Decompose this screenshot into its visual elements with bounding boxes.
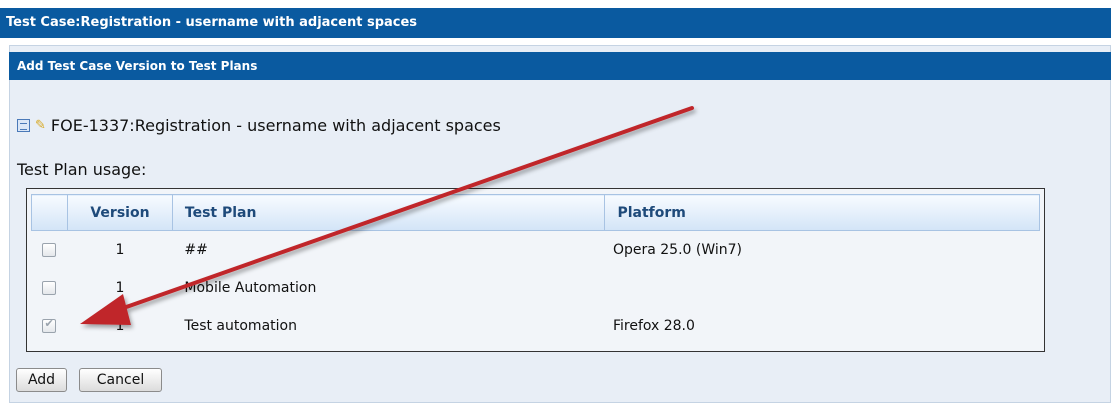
window-title: Test Case:Registration - username with a… [6, 15, 418, 30]
platform-cell: Opera 25.0 (Win7) [612, 241, 743, 258]
row-select-cell [32, 269, 68, 307]
table-row: 1 ## Opera 25.0 (Win7) [32, 231, 1040, 269]
platform-cell: Firefox 28.0 [612, 317, 695, 334]
cancel-button[interactable]: Cancel [79, 368, 162, 392]
version-cell: 1 [115, 241, 125, 258]
header-test-plan[interactable]: Test Plan [171, 194, 606, 231]
row-checkbox-checked[interactable] [42, 317, 57, 333]
test-case-line: ✎ FOE-1337:Registration - username with … [17, 113, 501, 137]
platform-cell [605, 269, 1040, 307]
header-select [31, 194, 68, 231]
document-icon[interactable] [17, 118, 30, 132]
row-select-cell [32, 231, 68, 269]
test-plan-table: Version Test Plan Platform 1 ## Opera 25… [31, 194, 1040, 345]
test-plan-table-container: Version Test Plan Platform 1 ## Opera 25… [26, 188, 1045, 352]
row-checkbox[interactable] [42, 242, 57, 257]
pencil-icon[interactable]: ✎ [35, 118, 46, 133]
row-checkbox[interactable] [42, 280, 57, 295]
row-select-cell [32, 307, 68, 345]
section-title: Add Test Case Version to Test Plans [17, 59, 258, 73]
test-plan-usage-label: Test Plan usage: [17, 160, 147, 179]
test-case-label: FOE-1337:Registration - username with ad… [50, 115, 501, 135]
add-button[interactable]: Add [16, 368, 67, 392]
table-row: 1 Test automation Firefox 28.0 [32, 307, 1040, 345]
version-cell: 1 [115, 279, 125, 296]
table-row: 1 Mobile Automation [32, 269, 1040, 307]
header-version[interactable]: Version [66, 194, 173, 231]
header-platform[interactable]: Platform [604, 194, 1040, 231]
table-header-row: Version Test Plan Platform [31, 194, 1040, 231]
section-title-bar: Add Test Case Version to Test Plans [9, 52, 1111, 80]
test-plan-cell: Mobile Automation [184, 279, 317, 296]
test-plan-cell: ## [184, 241, 208, 258]
test-plan-cell: Test automation [184, 317, 297, 334]
window-title-bar: Test Case:Registration - username with a… [0, 8, 1111, 38]
version-cell: 1 [115, 317, 125, 334]
